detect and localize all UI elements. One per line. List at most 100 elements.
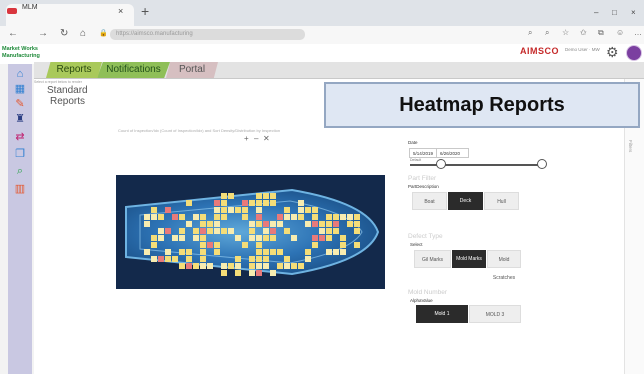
heatmap-cell — [249, 221, 255, 227]
heatmap-cell — [158, 214, 164, 220]
heatmap-cell — [221, 228, 227, 234]
part-option-2[interactable]: Hull — [484, 192, 519, 210]
date-to-input[interactable]: 6/26/2020 — [436, 148, 469, 158]
tab-close-icon[interactable]: × — [118, 6, 123, 16]
url-input[interactable]: https://aimsco.manufacturing — [110, 29, 305, 40]
zoom-in-button[interactable]: + — [244, 135, 249, 143]
wrench-icon[interactable]: ✎ — [8, 97, 32, 111]
user-info: Demo User · MW — [565, 47, 600, 52]
heatmap-cell — [214, 249, 220, 255]
defect-option-2[interactable]: Mold Scratches — [487, 250, 521, 281]
tab-notifications[interactable]: Notifications — [97, 62, 170, 78]
copy-icon[interactable]: ❐ — [8, 147, 32, 161]
tab-portal[interactable]: Portal — [166, 62, 218, 78]
heatmap-cell — [179, 235, 185, 241]
heatmap-cell — [207, 228, 213, 234]
heatmap-cell — [263, 193, 269, 199]
heatmap-cell — [340, 214, 346, 220]
heatmap-cell — [172, 235, 178, 241]
heatmap-cell — [151, 207, 157, 213]
heatmap-cell — [158, 235, 164, 241]
heatmap-cell — [263, 249, 269, 255]
heatmap-cell — [207, 221, 213, 227]
heatmap-cell — [200, 242, 206, 248]
reload-icon[interactable]: ↻ — [60, 28, 68, 40]
heatmap-cell — [312, 214, 318, 220]
new-tab-button[interactable]: + — [141, 4, 149, 18]
heatmap-cell — [165, 228, 171, 234]
gear-icon[interactable]: ⚙ — [606, 44, 619, 61]
back-icon[interactable]: ← — [8, 28, 18, 40]
profile-icon[interactable]: ☺ — [616, 28, 624, 37]
heatmap-cell — [200, 256, 206, 262]
heatmap-cell — [333, 214, 339, 220]
home-icon[interactable]: ⌂ — [8, 67, 32, 81]
mold-option-1[interactable]: MOLD 3 — [469, 305, 521, 323]
collections-icon[interactable]: ⧉ — [598, 28, 604, 38]
search-page-icon[interactable]: ⌕ — [545, 28, 549, 38]
date-slider-end-handle[interactable] — [537, 159, 547, 169]
heatmap-cell — [270, 228, 276, 234]
defect-option-1[interactable]: Mold Marks — [452, 250, 486, 268]
heatmap-cell — [186, 200, 192, 206]
heatmap-cell — [221, 270, 227, 276]
heatmap-cell — [249, 270, 255, 276]
mold-option-0[interactable]: Mold 1 — [416, 305, 468, 323]
calendar-icon[interactable]: ▦ — [8, 82, 32, 96]
zoom-out-button[interactable]: – — [254, 135, 258, 143]
heatmap-cell — [172, 256, 178, 262]
heatmap-cell — [235, 207, 241, 213]
page-hint: Select a report below to render — [34, 80, 82, 84]
transfer-icon[interactable]: ⇄ — [8, 130, 32, 144]
heatmap-cell — [298, 214, 304, 220]
heatmap-cell — [277, 249, 283, 255]
cup-icon[interactable]: ♜ — [8, 112, 32, 126]
heatmap-cell — [256, 256, 262, 262]
chart-icon[interactable]: ▥ — [8, 182, 32, 196]
avatar[interactable] — [626, 45, 642, 61]
heatmap-cell — [270, 235, 276, 241]
reset-zoom-button[interactable]: ✕ — [263, 135, 270, 143]
zoom-icon[interactable]: ⌕ — [528, 28, 532, 38]
minimize-button[interactable]: – — [594, 8, 598, 17]
date-slider-track[interactable] — [410, 164, 543, 166]
favorites-bar-icon[interactable]: ✩ — [580, 28, 587, 37]
forward-icon[interactable]: → — [38, 28, 48, 40]
heatmap-cell — [312, 235, 318, 241]
heatmap-cell — [305, 221, 311, 227]
lock-icon: 🔒 — [99, 30, 108, 37]
heatmap-cell — [249, 263, 255, 269]
part-option-0[interactable]: Boat — [412, 192, 447, 210]
page-title-line1: Standard — [47, 85, 88, 96]
favorite-icon[interactable]: ☆ — [562, 28, 569, 37]
heatmap-cell — [340, 249, 346, 255]
tab-reports[interactable]: Reports — [46, 62, 102, 78]
close-window-button[interactable]: × — [631, 8, 636, 17]
heatmap-cell — [235, 270, 241, 276]
defect-option-0[interactable]: Gil Marks — [414, 250, 451, 268]
more-icon[interactable]: … — [634, 28, 642, 37]
page-title[interactable]: Standard Reports — [47, 85, 88, 107]
heatmap-cell — [270, 193, 276, 199]
heatmap-cell — [228, 193, 234, 199]
heatmap-cell — [270, 270, 276, 276]
date-slider-start-handle[interactable] — [436, 159, 446, 169]
heatmap-cell — [207, 263, 213, 269]
heatmap-cell — [249, 235, 255, 241]
heatmap-cell — [193, 263, 199, 269]
home-nav-icon[interactable]: ⌂ — [80, 28, 86, 40]
part-option-1[interactable]: Deck — [448, 192, 483, 210]
heatmap-cell — [284, 214, 290, 220]
search-icon[interactable]: ⌕ — [8, 164, 32, 178]
heatmap-cell — [151, 235, 157, 241]
heatmap-cell — [186, 221, 192, 227]
heatmap-chart[interactable] — [116, 175, 385, 289]
date-sub-label: Default — [410, 158, 422, 162]
heatmap-cell — [263, 256, 269, 262]
heatmap-cell — [172, 214, 178, 220]
heatmap-cell — [291, 235, 297, 241]
maximize-button[interactable]: □ — [612, 8, 617, 17]
heatmap-cell — [347, 214, 353, 220]
heatmap-cell — [249, 200, 255, 206]
brand-logo[interactable]: Market Works Manufacturing — [2, 46, 42, 60]
